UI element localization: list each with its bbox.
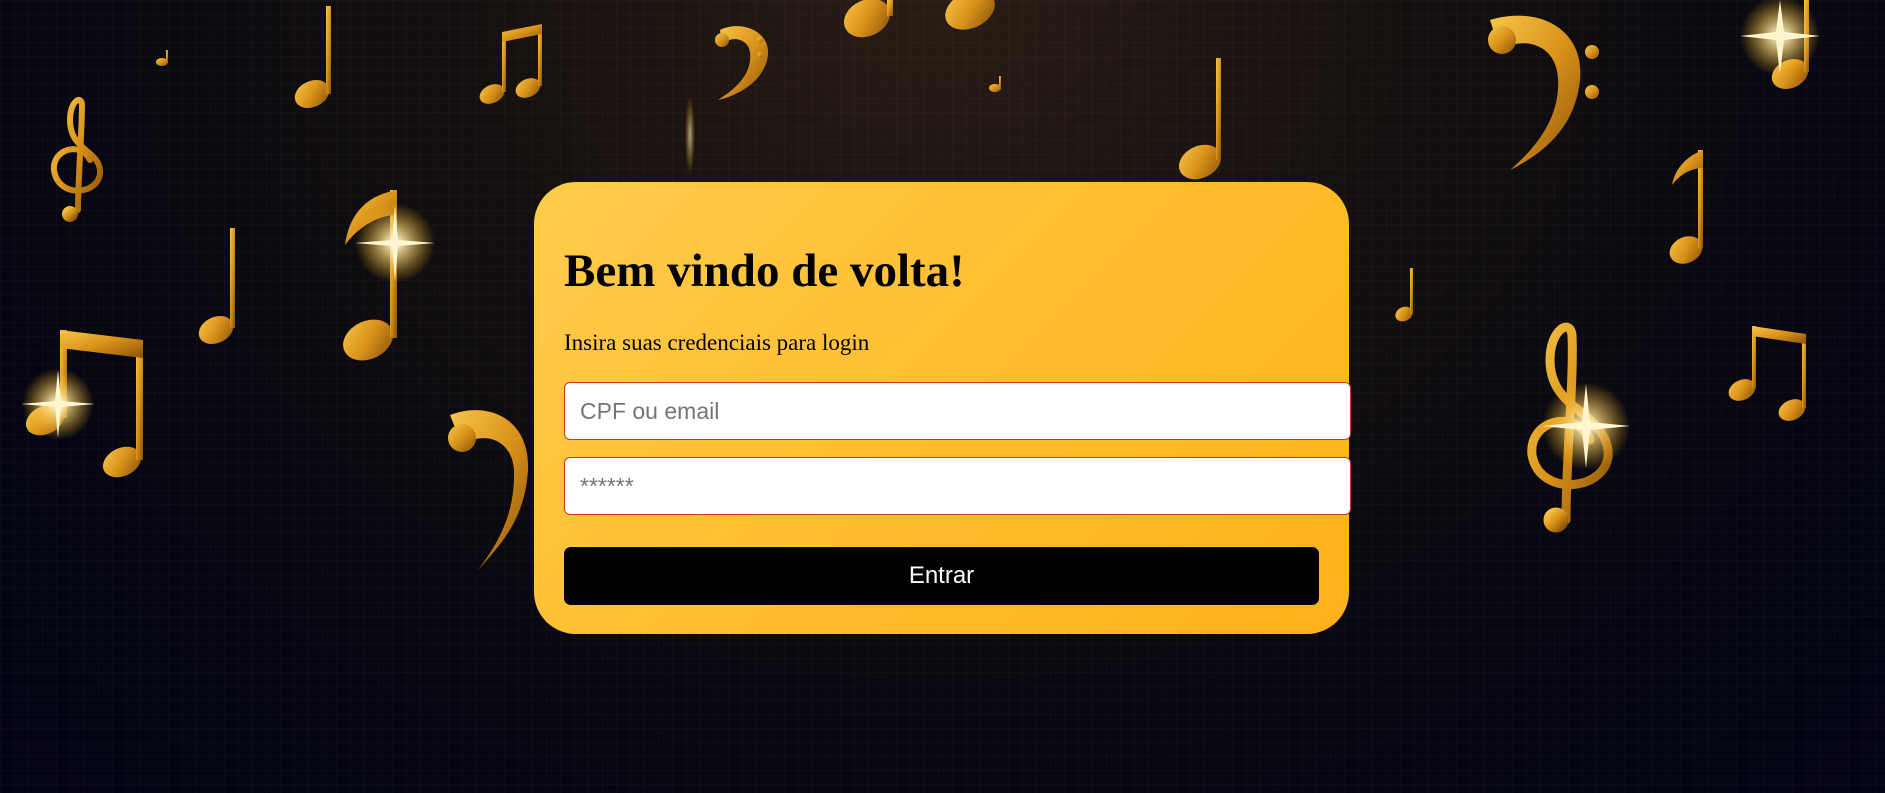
login-submit-button[interactable]: Entrar — [564, 547, 1319, 605]
bass-clef-icon — [448, 410, 529, 570]
login-title: Bem vindo de volta! — [564, 245, 965, 297]
music-note-icon — [198, 228, 235, 345]
bass-clef-icon — [715, 26, 769, 100]
bass-clef-icon — [1488, 15, 1599, 171]
music-note-icon — [1178, 58, 1222, 180]
cpf-or-email-input[interactable] — [564, 382, 1351, 440]
music-note-icon — [989, 76, 1001, 92]
music-note-icon — [1669, 150, 1703, 264]
sparkle-icon — [1542, 382, 1630, 470]
music-note-icon — [294, 6, 331, 109]
sparkle-icon — [355, 203, 435, 283]
password-input[interactable] — [564, 457, 1351, 515]
login-card: Bem vindo de volta! Insira suas credenci… — [534, 182, 1351, 634]
beamed-notes-icon — [1728, 326, 1806, 421]
music-note-icon — [843, 0, 893, 38]
music-note-icon — [156, 50, 168, 66]
music-note-icon — [1395, 268, 1413, 322]
login-subtitle: Insira suas credenciais para login — [564, 330, 870, 355]
music-note-icon — [945, 0, 995, 30]
sparkle-icon — [685, 95, 695, 175]
treble-clef-icon — [50, 97, 103, 222]
beamed-notes-icon — [479, 24, 542, 104]
